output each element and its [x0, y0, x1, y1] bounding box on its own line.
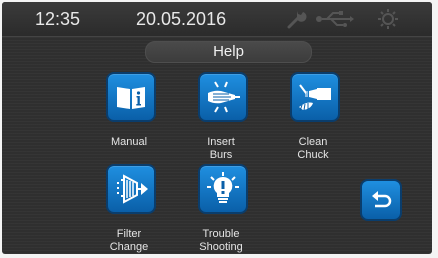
troubleshooting-bulb-icon — [207, 172, 239, 203]
clean-chuck-label: Clean Chuck — [297, 136, 329, 161]
clock-time: 12:35 — [35, 9, 81, 29]
troubleshooting-button[interactable] — [198, 164, 248, 214]
manual-label: Manual — [110, 136, 148, 148]
filter-change-label: Filter Change — [109, 228, 149, 253]
insert-burs-button[interactable] — [198, 72, 248, 122]
date-display: 20.05.2016 — [136, 9, 227, 29]
usb-icon — [315, 9, 355, 34]
back-arrow-icon — [372, 191, 392, 208]
clean-chuck-icon — [299, 84, 331, 112]
back-button[interactable] — [360, 179, 402, 221]
troubleshooting-label: Trouble Shooting — [199, 228, 243, 253]
status-bar: 12:35 20.05.2016 — [2, 2, 432, 37]
insert-burs-icon — [208, 81, 240, 113]
screen: 12:35 20.05.2016 Help Manual Insert Burs… — [2, 2, 432, 254]
manual-button[interactable] — [106, 72, 156, 122]
insert-burs-label: Insert Burs — [207, 136, 235, 161]
clean-chuck-button[interactable] — [290, 72, 340, 122]
filter-change-button[interactable] — [106, 164, 156, 214]
wrench-icon — [285, 9, 309, 34]
device-frame: 12:35 20.05.2016 Help Manual Insert Burs… — [0, 0, 438, 258]
sun-icon — [376, 9, 400, 34]
manual-book-icon — [117, 87, 145, 109]
page-title: Help — [145, 41, 312, 63]
filter-change-icon — [117, 174, 148, 204]
